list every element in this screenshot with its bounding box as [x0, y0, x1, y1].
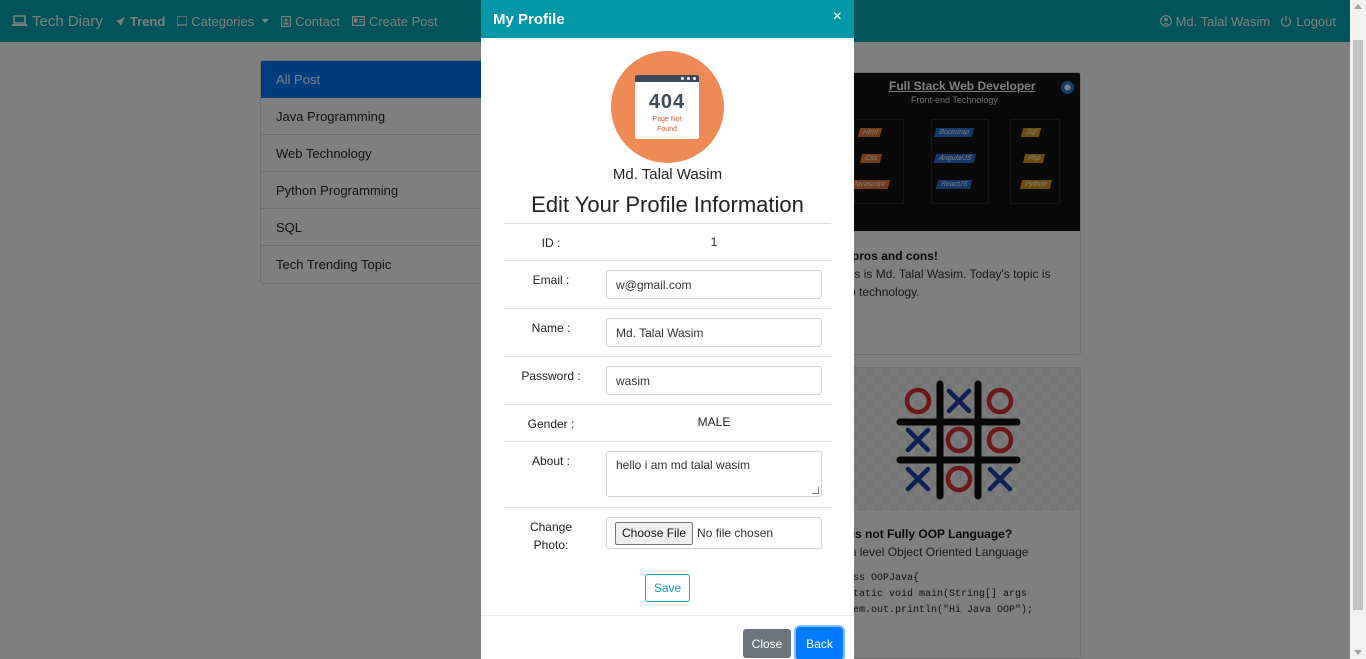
modal-footer: Close Back: [481, 615, 854, 659]
choose-file-button[interactable]: Choose File: [615, 521, 694, 545]
browser-window-icon: 404 Page Not Found: [635, 75, 699, 139]
close-icon[interactable]: ×: [833, 9, 842, 25]
error-code: 404: [648, 91, 686, 113]
avatar: 404 Page Not Found: [611, 51, 724, 163]
row-name: Name : Md. Talal Wasim: [504, 308, 831, 356]
modal-header: My Profile ×: [481, 0, 854, 38]
dot: [681, 77, 684, 80]
password-label: Password :: [521, 369, 581, 383]
profile-name: Md. Talal Wasim: [612, 166, 723, 183]
save-button[interactable]: Save: [645, 574, 690, 602]
row-gender: Gender : MALE: [504, 404, 831, 441]
row-about: About : hello i am md talal wasim: [504, 441, 831, 507]
row-id: ID : 1: [504, 223, 831, 260]
dot: [687, 77, 690, 80]
file-input[interactable]: Choose File No file chosen: [606, 517, 822, 549]
file-status: No file chosen: [697, 526, 774, 540]
id-label: ID :: [541, 236, 561, 250]
close-button[interactable]: Close: [743, 629, 791, 658]
page-title: Edit Your Profile Information: [531, 192, 804, 217]
profile-modal: My Profile × 404 Page Not Found Md. Tala…: [481, 0, 854, 659]
dot: [693, 77, 696, 80]
back-button[interactable]: Back: [796, 627, 843, 659]
row-password: Password : wasim: [504, 356, 831, 404]
name-field[interactable]: Md. Talal Wasim: [606, 318, 822, 347]
resize-handle[interactable]: [812, 487, 819, 494]
about-text: hello i am md talal wasim: [616, 458, 751, 472]
error-text-line1: Page Not: [652, 116, 682, 123]
email-label: Email :: [532, 273, 570, 287]
profile-form: ID : 1 Email : w@gmail.com Name : Md. Ta…: [504, 223, 831, 565]
modal-title: My Profile: [493, 10, 565, 28]
scroll-thumb[interactable]: [1353, 40, 1363, 610]
about-label: About :: [531, 454, 571, 468]
about-textarea[interactable]: hello i am md talal wasim: [606, 451, 822, 497]
scrollbar[interactable]: [1350, 0, 1366, 659]
scroll-up-arrow[interactable]: [1354, 4, 1362, 9]
name-label: Name :: [531, 321, 571, 335]
browser-bar: [635, 75, 699, 82]
photo-label-line2: Photo:: [533, 538, 569, 552]
row-email: Email : w@gmail.com: [504, 260, 831, 308]
gender-label: Gender :: [527, 417, 575, 431]
email-field[interactable]: w@gmail.com: [606, 270, 822, 299]
photo-label: Change Photo:: [504, 518, 598, 554]
password-field[interactable]: wasim: [606, 366, 822, 395]
row-photo: Change Photo: Choose File No file chosen: [504, 507, 831, 565]
error-text-line2: Found: [657, 126, 677, 133]
photo-label-line1: Change: [529, 520, 573, 534]
gender-value: MALE: [697, 415, 731, 429]
id-value: 1: [710, 235, 718, 249]
scroll-down-arrow[interactable]: [1354, 650, 1362, 655]
